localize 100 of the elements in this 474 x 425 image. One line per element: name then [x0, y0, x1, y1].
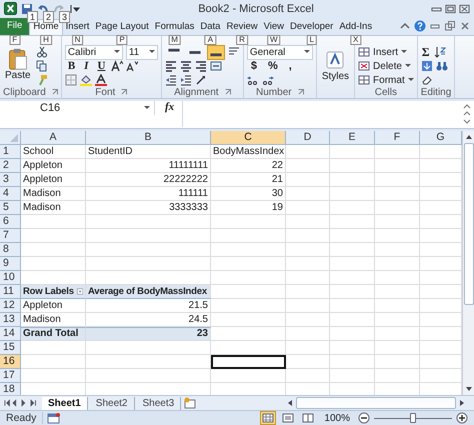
font-style-button[interactable]: B: [64, 60, 78, 72]
sort-icon[interactable]: [434, 46, 446, 58]
row-header[interactable]: 11: [0, 284, 21, 299]
page-break-view-icon[interactable]: [300, 411, 316, 425]
font-name-field[interactable]: Calibri: [64, 44, 123, 60]
ribbon-tab[interactable]: Add-Ins: [336, 20, 376, 35]
ribbon-tab[interactable]: View: [260, 20, 288, 35]
dropdown-arrow-icon[interactable]: [148, 50, 155, 54]
dialog-launcher-icon[interactable]: [224, 89, 231, 96]
number-format-button[interactable]: %: [264, 60, 282, 72]
dropdown-arrow-icon[interactable]: [304, 50, 310, 54]
zoom-out-icon[interactable]: [358, 412, 370, 424]
name-box[interactable]: C16: [0, 100, 155, 115]
column-header[interactable]: C: [211, 130, 286, 145]
number-format-button[interactable]: $: [246, 60, 261, 72]
row-header[interactable]: 6: [0, 214, 21, 229]
text-align-icon[interactable]: [164, 60, 177, 72]
column-header[interactable]: G: [420, 130, 462, 145]
filter-dropdown-icon[interactable]: [76, 286, 83, 296]
fill-down-icon[interactable]: [420, 60, 433, 72]
help-icon[interactable]: [414, 20, 426, 32]
font-color-icon[interactable]: [94, 74, 107, 86]
save-icon[interactable]: [21, 2, 33, 15]
row-header[interactable]: 7: [0, 228, 21, 243]
decrease-decimal-icon[interactable]: [262, 74, 274, 86]
column-header[interactable]: D: [286, 130, 330, 145]
font-style-button[interactable]: I: [81, 60, 92, 72]
sheet-tab[interactable]: Sheet1: [42, 396, 88, 410]
dialog-launcher-icon[interactable]: [298, 89, 304, 96]
zoom-in-icon[interactable]: [456, 412, 468, 424]
row-header[interactable]: 12: [0, 298, 21, 313]
borders-icon[interactable]: [64, 74, 77, 86]
dialog-launcher-icon[interactable]: [52, 89, 58, 96]
ribbon-tab[interactable]: Page Layout: [92, 20, 152, 35]
ribbon-tab[interactable]: Formulas: [152, 20, 198, 35]
column-header[interactable]: E: [330, 130, 375, 145]
vertical-align-button[interactable]: [206, 44, 225, 60]
increase-decimal-icon[interactable]: [246, 74, 259, 86]
insert-function-button[interactable]: fx: [155, 100, 182, 113]
new-sheet-icon[interactable]: [183, 397, 198, 410]
styles-button[interactable]: Styles: [322, 51, 350, 82]
row-header[interactable]: 8: [0, 242, 21, 257]
eraser-icon[interactable]: [420, 74, 433, 86]
record-macro-icon[interactable]: [47, 412, 62, 424]
dropdown-arrow-icon[interactable]: [114, 50, 120, 54]
row-header[interactable]: 4: [0, 186, 21, 201]
normal-view-icon[interactable]: [260, 411, 276, 425]
row-header[interactable]: 14: [0, 326, 21, 341]
active-cell[interactable]: [211, 354, 286, 369]
cells-button[interactable]: Format: [358, 74, 414, 87]
shrink-font-icon[interactable]: [126, 60, 138, 72]
restore-icon[interactable]: [444, 20, 456, 32]
row-header[interactable]: 18: [0, 382, 21, 396]
row-header[interactable]: 2: [0, 158, 21, 173]
text-align-icon[interactable]: [194, 60, 207, 72]
zoom-level[interactable]: 100%: [320, 412, 354, 424]
fill-color-icon[interactable]: [80, 74, 92, 86]
autosum-button[interactable]: Σ: [420, 44, 431, 60]
ribbon-tab[interactable]: Developer: [287, 20, 336, 35]
zoom-slider[interactable]: [374, 412, 452, 424]
ribbon-tab[interactable]: Data: [197, 20, 224, 35]
close-icon[interactable]: [459, 4, 470, 14]
row-header[interactable]: 5: [0, 200, 21, 215]
font-size-field[interactable]: 11: [126, 44, 158, 60]
grow-font-icon[interactable]: [111, 60, 124, 72]
customize-toolbar-icon[interactable]: [69, 2, 81, 15]
increase-indent-icon[interactable]: [180, 74, 192, 86]
text-align-icon[interactable]: [180, 60, 192, 72]
row-header[interactable]: 16: [0, 354, 21, 369]
page-layout-view-icon[interactable]: [280, 411, 296, 425]
ribbon-tab[interactable]: Review: [223, 20, 261, 35]
column-header[interactable]: A: [21, 130, 86, 145]
maximize-icon[interactable]: [445, 4, 456, 14]
zoom-slider-thumb[interactable]: [410, 413, 416, 423]
row-header[interactable]: 10: [0, 270, 21, 285]
binoculars-icon[interactable]: [436, 60, 448, 72]
row-header[interactable]: 13: [0, 312, 21, 327]
file-tab[interactable]: File: [0, 18, 30, 35]
scroll-left-icon[interactable]: [286, 399, 294, 408]
merge-cells-icon[interactable]: [210, 60, 222, 72]
row-header[interactable]: 1: [0, 144, 21, 159]
number-format-field[interactable]: General: [246, 44, 313, 60]
row-header[interactable]: 9: [0, 256, 21, 271]
row-header[interactable]: 15: [0, 340, 21, 355]
row-header[interactable]: 17: [0, 368, 21, 383]
number-format-button[interactable]: ,: [284, 60, 296, 72]
row-header[interactable]: 3: [0, 172, 21, 187]
scissors-icon[interactable]: [36, 46, 48, 58]
font-style-button[interactable]: U: [94, 60, 108, 72]
vertical-scrollbar[interactable]: [462, 130, 474, 396]
decrease-indent-icon[interactable]: [164, 74, 177, 86]
paste-button[interactable]: Paste: [3, 46, 33, 87]
text-orientation-icon[interactable]: [194, 74, 207, 86]
dropdown-arrow-icon[interactable]: [144, 106, 150, 110]
copy-icon[interactable]: [36, 60, 48, 72]
dialog-launcher-icon[interactable]: [121, 89, 128, 96]
cells-button[interactable]: Delete: [358, 60, 414, 73]
scroll-right-icon[interactable]: [458, 399, 466, 408]
cells-button[interactable]: Insert: [358, 46, 414, 59]
column-header[interactable]: B: [86, 130, 211, 145]
